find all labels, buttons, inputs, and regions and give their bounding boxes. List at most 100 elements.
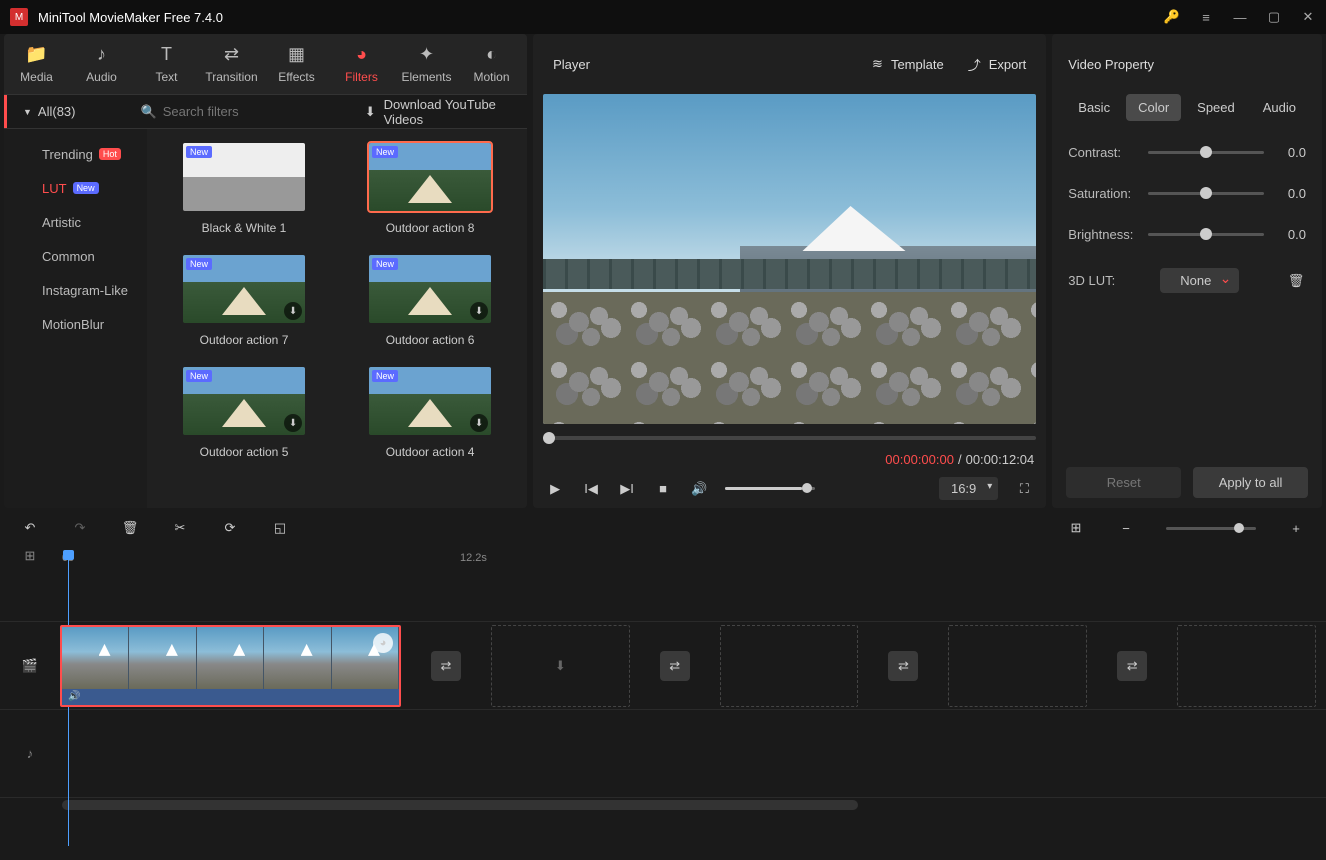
transition-tab[interactable]: ⇄Transition — [199, 34, 264, 94]
delete-lut-icon[interactable]: 🗑 — [1286, 271, 1306, 291]
brightness-label: Brightness: — [1068, 227, 1140, 242]
motion-tab[interactable]: ◐Motion — [459, 34, 524, 94]
transition-slot[interactable]: ⇄ — [431, 651, 461, 681]
fullscreen-button[interactable]: ⛶ — [1014, 479, 1034, 499]
zoom-slider[interactable] — [1166, 527, 1256, 530]
play-button[interactable]: ▶ — [545, 479, 565, 499]
audio-track[interactable]: ♪ — [0, 710, 1326, 798]
media-tab[interactable]: 📁Media — [4, 34, 69, 94]
filters-icon: ◕ — [352, 44, 372, 64]
export-button[interactable]: ⤴Export — [968, 55, 1027, 74]
volume-icon[interactable]: 🔊 — [689, 479, 709, 499]
minimize-button[interactable]: — — [1232, 9, 1248, 25]
video-preview[interactable] — [543, 94, 1036, 424]
stop-button[interactable]: ■ — [653, 479, 673, 499]
video-track[interactable]: 🎬 🔊 ◕ ⇄ ⬇ ⇄ ⇄ ⇄ — [0, 622, 1326, 710]
apply-all-button[interactable]: Apply to all — [1193, 467, 1308, 498]
close-button[interactable]: ✕ — [1300, 9, 1316, 25]
elements-tab[interactable]: ✦Elements — [394, 34, 459, 94]
empty-clip-slot[interactable] — [1177, 625, 1316, 707]
delete-button[interactable]: 🗑 — [120, 518, 140, 538]
filter-item[interactable]: New⬇Outdoor action 7 — [171, 255, 317, 347]
undo-button[interactable]: ↶ — [20, 518, 40, 538]
zoom-out-button[interactable]: − — [1116, 518, 1136, 538]
lut-select[interactable]: None — [1160, 268, 1239, 293]
filter-item[interactable]: New⬇Outdoor action 4 — [357, 367, 503, 459]
effects-tab[interactable]: ▦Effects — [264, 34, 329, 94]
next-frame-button[interactable]: ▶I — [617, 479, 637, 499]
overlay-track[interactable] — [0, 572, 1326, 622]
prev-frame-button[interactable]: I◀ — [581, 479, 601, 499]
lut-label: 3D LUT: — [1068, 273, 1140, 288]
filter-item[interactable]: NewBlack & White 1 — [171, 143, 317, 235]
transition-slot[interactable]: ⇄ — [888, 651, 918, 681]
saturation-slider[interactable] — [1148, 192, 1264, 195]
search-input[interactable] — [163, 104, 339, 119]
download-icon: ⬇ — [470, 302, 488, 320]
tab-color[interactable]: Color — [1126, 94, 1181, 121]
tab-basic[interactable]: Basic — [1066, 94, 1122, 121]
time-display: 00:00:00:00/00:00:12:04 — [885, 452, 1034, 467]
maximize-button[interactable]: ▢ — [1266, 9, 1282, 25]
redo-button[interactable]: ↷ — [70, 518, 90, 538]
add-track-icon[interactable]: ⊞ — [0, 548, 60, 564]
chevron-down-icon: ▼ — [23, 107, 32, 117]
tab-audio[interactable]: Audio — [1251, 94, 1308, 121]
transition-slot[interactable]: ⇄ — [1117, 651, 1147, 681]
player-panel: Player ≋Template ⤴Export 00:00:00:00/00:… — [533, 34, 1046, 508]
speed-button[interactable]: ⟳ — [220, 518, 240, 538]
new-badge: New — [186, 370, 212, 382]
fit-button[interactable]: ⊞ — [1066, 518, 1086, 538]
empty-clip-slot[interactable] — [720, 625, 859, 707]
audio-tab[interactable]: ♪Audio — [69, 34, 134, 94]
contrast-slider[interactable] — [1148, 151, 1264, 154]
contrast-label: Contrast: — [1068, 145, 1140, 160]
new-badge: New — [372, 370, 398, 382]
audio-track-icon: ♪ — [0, 746, 60, 761]
aspect-ratio-select[interactable]: 16:9 — [939, 477, 998, 500]
filter-item[interactable]: New⬇Outdoor action 5 — [171, 367, 317, 459]
category-list: TrendingHot LUTNew Artistic Common Insta… — [4, 129, 147, 508]
transition-slot[interactable]: ⇄ — [660, 651, 690, 681]
tab-speed[interactable]: Speed — [1185, 94, 1247, 121]
elements-icon: ✦ — [417, 44, 437, 64]
category-all[interactable]: ▼All(83) — [4, 95, 129, 128]
text-tab[interactable]: TText — [134, 34, 199, 94]
saturation-label: Saturation: — [1068, 186, 1140, 201]
category-instagram[interactable]: Instagram-Like — [4, 273, 147, 307]
category-lut[interactable]: LUTNew — [4, 171, 147, 205]
new-badge: New — [372, 146, 398, 158]
category-artistic[interactable]: Artistic — [4, 205, 147, 239]
category-common[interactable]: Common — [4, 239, 147, 273]
volume-slider[interactable] — [725, 487, 815, 490]
saturation-value: 0.0 — [1272, 186, 1306, 201]
filter-item[interactable]: New⬇Outdoor action 6 — [357, 255, 503, 347]
empty-clip-slot[interactable]: ⬇ — [491, 625, 630, 707]
seek-bar[interactable] — [543, 436, 1036, 440]
filters-tab[interactable]: ◕Filters — [329, 34, 394, 94]
category-motionblur[interactable]: MotionBlur — [4, 307, 147, 341]
split-button[interactable]: ✂ — [170, 518, 190, 538]
category-trending[interactable]: TrendingHot — [4, 137, 147, 171]
video-clip[interactable]: 🔊 ◕ — [60, 625, 401, 707]
brightness-slider[interactable] — [1148, 233, 1264, 236]
horizontal-scrollbar[interactable] — [62, 800, 858, 810]
template-button[interactable]: ≋Template — [872, 55, 944, 74]
reset-button[interactable]: Reset — [1066, 467, 1181, 498]
download-youtube-button[interactable]: ⬇ Download YouTube Videos — [351, 97, 527, 127]
new-badge: New — [186, 258, 212, 270]
video-track-icon: 🎬 — [0, 658, 60, 674]
key-icon[interactable]: 🔑 — [1164, 9, 1180, 25]
new-badge: New — [186, 146, 212, 158]
crop-button[interactable]: ◱ — [270, 518, 290, 538]
transition-icon: ⇄ — [222, 44, 242, 64]
folder-icon: 📁 — [27, 44, 47, 64]
player-title: Player — [553, 57, 590, 72]
timeline-ruler[interactable]: ⊞ 0s 12.2s — [0, 548, 1326, 572]
motion-icon: ◐ — [482, 44, 502, 64]
filter-item[interactable]: NewOutdoor action 8 — [357, 143, 503, 235]
menu-icon[interactable]: ≡ — [1198, 9, 1214, 25]
zoom-in-button[interactable]: + — [1286, 518, 1306, 538]
brightness-value: 0.0 — [1272, 227, 1306, 242]
empty-clip-slot[interactable] — [948, 625, 1087, 707]
